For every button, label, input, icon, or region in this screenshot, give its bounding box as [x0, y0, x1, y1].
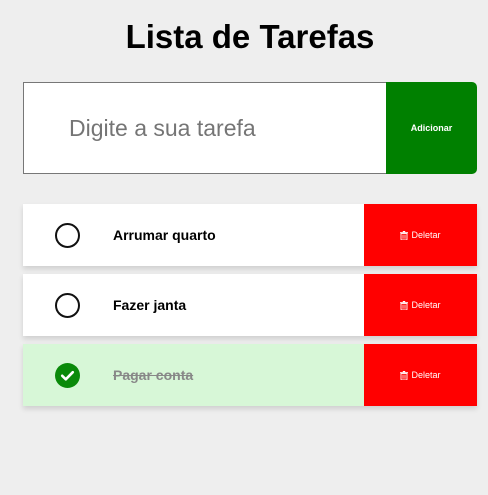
task-list: Arrumar quarto Deletar Fazer janta Delet…	[23, 204, 477, 414]
delete-label: Deletar	[411, 230, 441, 240]
task-label: Fazer janta	[113, 297, 187, 313]
task-checkbox[interactable]	[55, 293, 80, 318]
add-task-form: Adicionar	[23, 82, 477, 174]
task-checkbox-checked[interactable]	[55, 363, 80, 388]
delete-button[interactable]: Deletar	[364, 204, 477, 266]
todo-app: Lista de Tarefas Adicionar Arrumar quart…	[0, 0, 488, 495]
check-icon	[60, 370, 75, 381]
task-item: Fazer janta Deletar	[23, 274, 477, 336]
delete-button[interactable]: Deletar	[364, 274, 477, 336]
task-label: Pagar conta	[113, 367, 194, 383]
task-item: Arrumar quarto Deletar	[23, 204, 477, 266]
task-label: Arrumar quarto	[113, 227, 216, 243]
add-button[interactable]: Adicionar	[386, 82, 477, 174]
task-item: Pagar conta Deletar	[23, 344, 477, 406]
delete-label: Deletar	[411, 370, 441, 380]
delete-button[interactable]: Deletar	[364, 344, 477, 406]
trash-icon	[400, 370, 409, 380]
trash-icon	[400, 230, 409, 240]
task-checkbox[interactable]	[55, 223, 80, 248]
delete-label: Deletar	[411, 300, 441, 310]
trash-icon	[400, 300, 409, 310]
task-input[interactable]	[23, 82, 386, 174]
page-title: Lista de Tarefas	[125, 18, 375, 55]
